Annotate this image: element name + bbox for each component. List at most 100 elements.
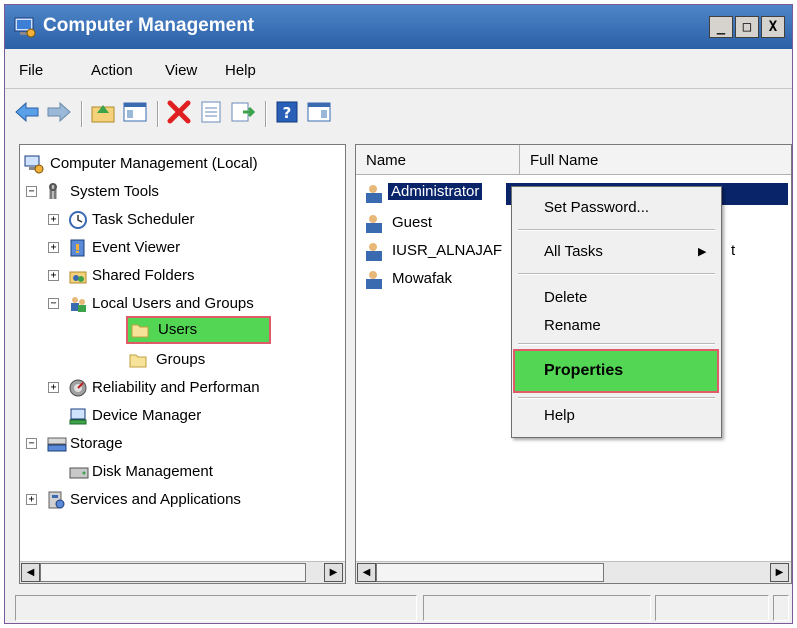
tree-label: Local Users and Groups [92,295,254,312]
menu-separator [518,273,715,275]
tree-label: Device Manager [92,407,202,424]
folder-icon [128,350,148,374]
expand-toggle[interactable]: + [48,270,59,281]
menu-view[interactable]: View [165,62,197,79]
services-icon [46,490,66,514]
help-icon[interactable]: ? [273,99,301,129]
storage-icon [46,434,68,458]
status-bar [5,593,792,623]
list-item-guest[interactable]: Guest [360,211,510,237]
tree-label: Disk Management [92,463,213,480]
scroll-left-button[interactable]: ◀ [357,563,376,582]
menu-item-delete[interactable]: Delete [544,289,587,306]
status-cell [15,595,417,621]
folder-icon [130,320,150,344]
title-bar[interactable]: Computer Management _ □ X [5,5,792,49]
menu-item-set-password[interactable]: Set Password... [544,199,649,216]
context-menu: Set Password... All Tasks ▶ Delete Renam… [511,186,722,438]
list-item-administrator[interactable]: Administrator [360,181,500,207]
collapse-toggle[interactable]: − [48,298,59,309]
user-icon [362,183,386,209]
back-arrow-icon[interactable] [13,99,41,129]
collapse-toggle[interactable]: − [26,186,37,197]
list-item-label: IUSR_ALNAJAF [392,242,503,259]
menu-file[interactable]: File [19,62,43,79]
up-folder-icon[interactable] [89,99,117,129]
tree-label: Computer Management (Local) [50,155,258,172]
tree-label: Users [158,321,198,338]
menu-item-help[interactable]: Help [544,407,575,424]
shared-folder-icon [68,266,88,290]
tree-horizontal-scrollbar[interactable]: ◀ ▶ [20,561,345,583]
expand-toggle[interactable]: + [48,382,59,393]
show-hide-tree-icon[interactable] [121,99,149,129]
menu-action[interactable]: Action [91,62,133,79]
tools-icon [46,182,66,206]
scroll-thumb[interactable] [40,563,306,582]
toolbar-separator [265,101,267,127]
tree-label: Event Viewer [92,239,181,256]
menu-item-properties[interactable]: Properties [513,349,719,393]
menu-item-label: Properties [544,362,624,379]
tree-label: System Tools [70,183,159,200]
status-cell [655,595,769,621]
user-icon [362,241,386,265]
collapse-toggle[interactable]: − [26,438,37,449]
export-list-icon[interactable] [229,99,257,129]
list-item-iusr[interactable]: IUSR_ALNAJAF [360,239,516,265]
delete-icon[interactable] [165,99,193,129]
tree-label: Task Scheduler [92,211,195,228]
list-item-label: Administrator [388,183,483,200]
list-item-label: Mowafak [392,270,453,287]
minimize-button[interactable]: _ [709,16,733,38]
maximize-button[interactable]: □ [735,16,759,38]
disk-icon [68,462,90,486]
clock-icon [68,210,88,234]
performance-gauge-icon [68,378,88,402]
submenu-arrow-icon: ▶ [698,246,707,258]
computer-management-icon [13,15,37,43]
list-item-mowafak[interactable]: Mowafak [360,267,510,293]
forward-arrow-icon[interactable] [45,99,73,129]
scroll-right-button[interactable]: ▶ [324,563,343,582]
menu-separator [518,397,715,399]
list-item-label: Guest [392,214,433,231]
scroll-left-button[interactable]: ◀ [21,563,40,582]
list-horizontal-scrollbar[interactable]: ◀ ▶ [356,561,791,583]
users-group-icon [68,294,88,318]
expand-toggle[interactable]: + [26,494,37,505]
column-header-name[interactable]: Name [356,145,520,175]
menu-separator [518,229,715,231]
action-pane-icon[interactable] [305,99,333,129]
console-tree: Computer Management (Local) − System Too… [19,144,346,584]
menu-item-rename[interactable]: Rename [544,317,601,334]
toolbar-separator [157,101,159,127]
expand-toggle[interactable]: + [48,242,59,253]
event-viewer-icon [68,238,88,262]
properties-icon[interactable] [197,99,225,129]
tree-label: Services and Applications [70,491,241,508]
computer-management-icon [24,154,44,178]
tree-label: Reliability and Performan [92,379,260,396]
toolbar-separator [81,101,83,127]
user-icon [362,213,386,239]
tree-label: Shared Folders [92,267,195,284]
tree-label: Storage [70,435,123,452]
close-button[interactable]: X [761,16,785,38]
menu-item-all-tasks[interactable]: All Tasks [544,243,603,260]
svg-text:?: ? [283,104,292,122]
tree-label: Groups [156,351,206,368]
scroll-right-button[interactable]: ▶ [770,563,789,582]
column-header-full-name[interactable]: Full Name [520,145,791,175]
full-name-partial: t [731,242,736,259]
status-cell [423,595,651,621]
device-manager-icon [68,406,88,430]
menu-help[interactable]: Help [225,62,256,79]
menu-bar: File Action View Help [5,52,792,89]
tree-item-users[interactable]: Users [126,316,271,344]
user-icon [362,269,386,295]
toolbar: ? [5,91,792,135]
menu-separator [518,343,715,345]
scroll-thumb[interactable] [376,563,604,582]
expand-toggle[interactable]: + [48,214,59,225]
